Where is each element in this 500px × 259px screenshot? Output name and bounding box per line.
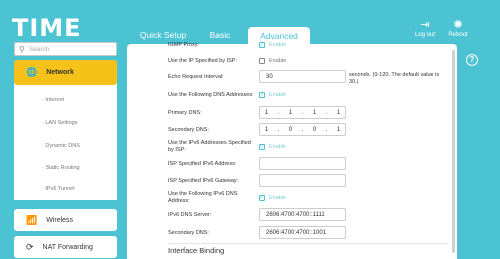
sidebar-subitem-ipv6-tunnel[interactable]: · IPv6 Tunnel — [42, 186, 74, 192]
echo-interval-hint: seconds. (0-120. The default value is 30… — [349, 72, 440, 85]
igmp-proxy-checkbox[interactable]: ✓ Enable — [259, 42, 286, 48]
isp-ipv6-gateway-label: ISP Specified IPv6 Gateway: — [168, 178, 239, 184]
primary-dns-input[interactable]: 1. 1. 1. 1 — [259, 106, 346, 119]
wifi-icon: 📶 — [26, 214, 38, 225]
sidebar-item-network[interactable]: 🌐 Network — [14, 60, 117, 85]
ipv6-dns-server-label: IPv6 DNS Server: — [168, 212, 212, 218]
use-ip-isp-label: Use the IP Specified by ISP: — [168, 58, 237, 64]
use-ipv6-dns-label: Use the Following IPv6 DNS Address: — [168, 191, 238, 204]
globe-icon: 🌐 — [26, 67, 38, 77]
sidebar-item-label: Wireless — [46, 216, 74, 224]
check-icon: ✓ — [259, 144, 265, 150]
sidebar-item-label: NAT Forwarding — [42, 243, 93, 251]
primary-dns-label: Primary DNS: — [168, 110, 202, 116]
sidebar-item-label: Network — [46, 69, 74, 76]
nat-icon: ⟳ — [26, 241, 34, 252]
search-placeholder: Search — [28, 45, 50, 53]
reboot-button[interactable]: ✺ Reboot — [443, 18, 473, 38]
echo-interval-input[interactable]: 30 — [259, 70, 346, 83]
logout-icon: ⇥ — [420, 19, 430, 31]
echo-interval-label: Echo Request Interval: — [168, 74, 224, 80]
scrollbar[interactable] — [452, 50, 455, 253]
isp-ipv6-address-label: ISP Specified IPv6 Address: — [168, 161, 237, 167]
sidebar-subitem-internet[interactable]: · Internet — [42, 97, 64, 103]
sidebar-item-nat-forwarding[interactable]: ⟳ NAT Forwarding — [14, 236, 117, 258]
check-icon: ✓ — [259, 195, 265, 201]
sidebar-subitem-dynamic-dns[interactable]: · Dynamic DNS — [42, 143, 80, 149]
isp-ipv6-address-input[interactable] — [259, 157, 346, 170]
search-icon: ⚲ — [19, 44, 25, 54]
isp-ipv6-gateway-input[interactable] — [259, 174, 346, 187]
igmp-proxy-label: IGMP Proxy: — [168, 42, 200, 48]
secondary-dns-input[interactable]: 1. 0. 0. 1 — [259, 123, 346, 136]
logout-button[interactable]: ⇥ Log out — [410, 18, 440, 38]
sidebar-subitem-static-routing[interactable]: · Static Routing — [42, 165, 80, 171]
help-icon[interactable]: ? — [466, 54, 478, 66]
secondary-ipv6-dns-input[interactable]: 2606:4700:4700::1001 — [259, 226, 346, 239]
time-logo: TIME — [12, 14, 82, 42]
check-icon: ✓ — [259, 42, 265, 48]
sidebar-item-wireless[interactable]: 📶 Wireless — [14, 209, 117, 231]
divider — [168, 243, 448, 244]
secondary-dns-label: Secondary DNS: — [168, 127, 209, 133]
use-ipv6-isp-checkbox[interactable]: ✓ Enable — [259, 144, 286, 150]
use-ipv6-isp-label: Use the IPv6 Addresses Specified by ISP: — [168, 140, 251, 153]
use-ipv6-dns-checkbox[interactable]: ✓ Enable — [259, 195, 286, 201]
reboot-icon: ✺ — [453, 19, 463, 31]
secondary-ipv6-dns-label: Secondary DNS: — [168, 230, 209, 236]
use-dns-label: Use the Following DNS Addresses: — [168, 92, 254, 98]
interface-binding-title: Interface Binding — [168, 246, 225, 255]
check-icon: ✓ — [259, 92, 265, 98]
tab-basic[interactable]: Basic — [200, 26, 240, 44]
logout-label: Log out — [414, 32, 436, 38]
reboot-label: Reboot — [448, 32, 468, 38]
use-dns-checkbox[interactable]: ✓ Enable — [259, 92, 286, 98]
sidebar-subitem-lan-settings[interactable]: · LAN Settings — [42, 120, 77, 126]
search-input[interactable]: ⚲ Search — [14, 42, 117, 56]
ipv6-dns-server-input[interactable]: 2606:4700:4700::1111 — [259, 208, 346, 221]
use-ip-isp-checkbox[interactable]: Enable — [259, 58, 286, 64]
